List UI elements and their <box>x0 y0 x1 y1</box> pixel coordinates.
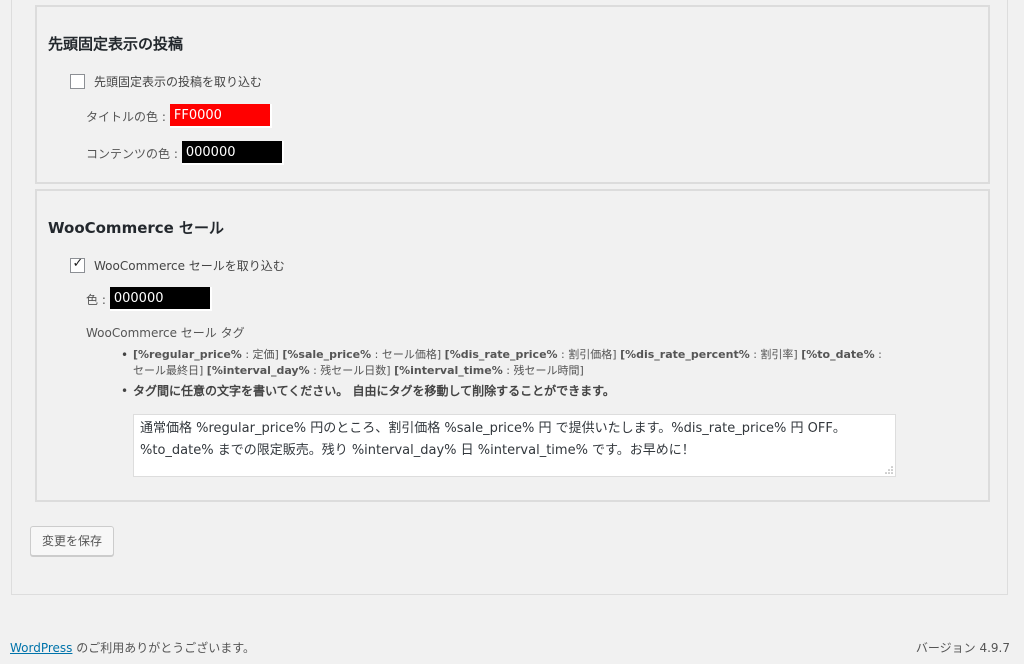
tag-list-item: [%regular_price% : 定価] [%sale_price% : セ… <box>121 347 891 379</box>
woo-color-row: 色 : 000000 <box>86 287 212 311</box>
tag-code: [%regular_price% <box>133 348 242 361</box>
wordpress-link[interactable]: WordPress <box>10 641 72 655</box>
footer-thanks: WordPress のご利用ありがとうございます。 <box>10 639 255 656</box>
woo-import-checkbox[interactable]: ✓ <box>70 256 85 273</box>
sticky-import-checkbox[interactable] <box>70 74 85 89</box>
footer-version: バージョン 4.9.7 <box>915 641 1010 655</box>
tag-code: [%interval_day% <box>206 364 310 377</box>
tag-note: タグ間に任意の文字を書いてください。 自由にタグを移動して削除することができます… <box>133 384 615 398</box>
footer-thanks-text: のご利用ありがとうございます。 <box>72 641 256 655</box>
woocommerce-section: WooCommerce セール ✓ WooCommerce セールを取り込む 色… <box>35 189 990 502</box>
content-color-input[interactable]: 000000 <box>181 141 284 165</box>
tag-code: [%interval_time% <box>394 364 503 377</box>
sale-template-textarea[interactable]: 通常価格 %regular_price% 円のところ、割引価格 %sale_pr… <box>133 414 896 477</box>
sticky-import-row[interactable]: 先頭固定表示の投稿を取り込む <box>70 73 262 90</box>
woo-import-label: WooCommerce セールを取り込む <box>94 259 285 273</box>
tag-code: [%dis_rate_price% <box>444 348 558 361</box>
woo-section-title: WooCommerce セール <box>48 219 225 237</box>
tag-code: [%sale_price% <box>282 348 372 361</box>
checkmark-icon <box>72 73 84 87</box>
title-color-row: タイトルの色 : FF0000 <box>86 104 272 128</box>
sticky-import-label: 先頭固定表示の投稿を取り込む <box>94 75 263 89</box>
title-color-label: タイトルの色 : <box>86 109 166 124</box>
sale-template-text: 通常価格 %regular_price% 円のところ、割引価格 %sale_pr… <box>140 421 846 458</box>
tag-help-list: [%regular_price% : 定価] [%sale_price% : セ… <box>121 347 891 400</box>
save-changes-button[interactable]: 変更を保存 <box>30 526 115 556</box>
content-color-row: コンテンツの色 : 000000 <box>86 141 284 165</box>
tag-description: : 残セール時間] <box>502 364 584 377</box>
resize-handle-icon[interactable] <box>884 465 893 474</box>
sticky-posts-section: 先頭固定表示の投稿 先頭固定表示の投稿を取り込む タイトルの色 : FF0000… <box>35 5 990 184</box>
checkmark-icon: ✓ <box>72 256 84 271</box>
tag-code: [%dis_rate_percent% <box>620 348 750 361</box>
tag-code: [%to_date% <box>801 348 875 361</box>
title-color-input[interactable]: FF0000 <box>169 104 272 128</box>
tag-description: : 割引率] <box>749 348 802 361</box>
woo-color-label: 色 : <box>86 292 106 307</box>
woo-import-row[interactable]: ✓ WooCommerce セールを取り込む <box>70 257 285 274</box>
woo-tag-heading: WooCommerce セール タグ <box>86 326 245 340</box>
tag-description: : 定価] <box>241 348 283 361</box>
sticky-section-title: 先頭固定表示の投稿 <box>48 35 184 53</box>
tag-description: : 残セール日数] <box>309 364 395 377</box>
content-color-label: コンテンツの色 : <box>86 146 178 161</box>
woo-color-input[interactable]: 000000 <box>109 287 212 311</box>
tag-description: : 割引価格] <box>557 348 621 361</box>
tag-description: : セール価格] <box>371 348 445 361</box>
tag-note-item: タグ間に任意の文字を書いてください。 自由にタグを移動して削除することができます… <box>121 383 891 400</box>
